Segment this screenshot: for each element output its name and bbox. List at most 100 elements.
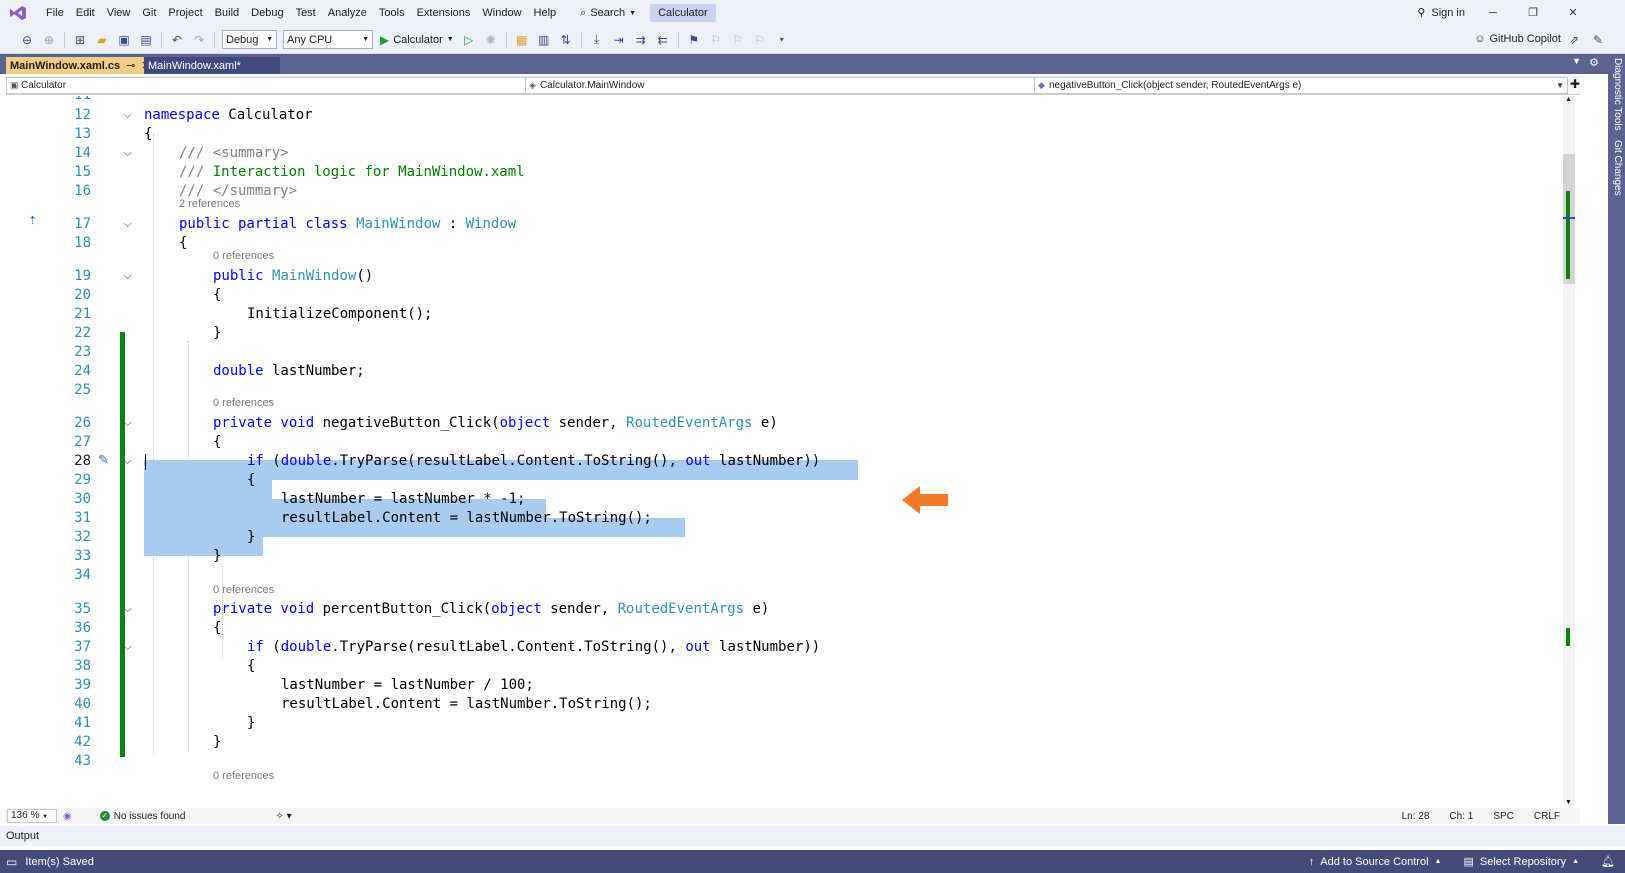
fold-toggle-icon[interactable]: ⌵: [122, 144, 133, 163]
new-project-icon[interactable]: ⊞: [71, 31, 89, 49]
hot-reload-icon[interactable]: ✺: [482, 31, 500, 49]
keyword: private void: [213, 601, 315, 617]
git-changes-tab[interactable]: Git Changes: [1612, 140, 1623, 196]
codelens-references[interactable]: 0 references: [213, 249, 274, 263]
pin-icon[interactable]: ⊸: [126, 59, 135, 72]
bookmark-icon[interactable]: ⚑: [685, 31, 703, 49]
codelens-references[interactable]: 2 references: [179, 197, 240, 211]
save-icon[interactable]: ▣: [115, 31, 133, 49]
menu-extensions[interactable]: Extensions: [411, 0, 477, 26]
menu-debug[interactable]: Debug: [245, 0, 289, 26]
type-dropdown[interactable]: ◈ Calculator.MainWindow ▼: [525, 77, 1044, 94]
prev-bookmark-icon[interactable]: ⚐: [707, 31, 725, 49]
scroll-up-icon[interactable]: ▲: [1565, 96, 1572, 103]
codelens-references[interactable]: 0 references: [213, 583, 274, 597]
project-value: Calculator: [21, 80, 67, 91]
fold-toggle-icon[interactable]: ⌵: [122, 106, 133, 125]
menu-git[interactable]: Git: [136, 0, 162, 26]
line-number: 35: [74, 601, 91, 617]
notifications-bell-icon[interactable]: 🔔︎: [1601, 855, 1615, 868]
split-editor-icon[interactable]: ✚: [1570, 77, 1580, 91]
keyword: out: [685, 639, 711, 655]
next-bookmark-icon[interactable]: ⚐: [729, 31, 747, 49]
whitespace-indicator[interactable]: SPC: [1493, 811, 1514, 822]
codelens-references[interactable]: 0 references: [213, 396, 274, 410]
code-editor[interactable]: 11 12 ⌵ namespace Calculator 13 { 14 ⌵ /…: [6, 96, 1580, 806]
minimize-icon[interactable]: ─: [1473, 0, 1513, 26]
menu-test[interactable]: Test: [290, 0, 322, 26]
feedback-icon[interactable]: ✎: [1589, 31, 1607, 49]
fold-toggle-icon[interactable]: ⌵: [122, 638, 133, 657]
toolbar-overflow-icon[interactable]: ▾: [773, 31, 791, 49]
sign-in-button[interactable]: ⚲ Sign in: [1417, 0, 1465, 26]
tab-mainwindow-xaml-cs[interactable]: MainWindow.xaml.cs ⊸ ✕: [6, 57, 151, 74]
navigate-back-icon[interactable]: ⊖: [18, 31, 36, 49]
menu-project[interactable]: Project: [162, 0, 208, 26]
member-dropdown[interactable]: ◆ negativeButton_Click(object sender, Ro…: [1034, 77, 1568, 94]
issues-indicator[interactable]: ✓ No issues found: [99, 811, 185, 822]
start-without-debugging-icon[interactable]: ▷: [460, 31, 478, 49]
menu-tools[interactable]: Tools: [373, 0, 411, 26]
quick-actions-brush-icon[interactable]: ✎: [98, 452, 109, 468]
step-into-icon[interactable]: ⤓: [588, 31, 606, 49]
line-number: 20: [74, 287, 91, 303]
line-indicator[interactable]: Ln: 28: [1402, 811, 1430, 822]
diagnostic-tools-tab[interactable]: Diagnostic Tools: [1612, 58, 1623, 131]
code-cleanup-icon[interactable]: ✧ ▾: [275, 811, 291, 822]
menu-analyze[interactable]: Analyze: [322, 0, 373, 26]
zoom-select[interactable]: 136 % ▼: [7, 809, 57, 823]
restore-icon[interactable]: ❐: [1513, 0, 1553, 26]
tab-overflow-icon[interactable]: ▼: [1572, 56, 1581, 66]
save-all-icon[interactable]: ▤: [137, 31, 155, 49]
fold-toggle-icon[interactable]: ⌵: [122, 452, 133, 471]
char-indicator[interactable]: Ch: 1: [1449, 811, 1473, 822]
undo-icon[interactable]: ↶: [168, 31, 186, 49]
select-repository-button[interactable]: ▤ Select Repository ▲: [1463, 855, 1579, 869]
step-over-icon[interactable]: ⇥: [610, 31, 628, 49]
platform-select[interactable]: Any CPU ▼: [283, 30, 373, 49]
menu-window[interactable]: Window: [476, 0, 527, 26]
fold-toggle-icon[interactable]: ⌵: [122, 600, 133, 619]
layout-icon[interactable]: ▥: [535, 31, 553, 49]
codelens-references[interactable]: 0 references: [213, 769, 274, 783]
line-number: 32: [74, 529, 91, 545]
tab-mainwindow-xaml[interactable]: MainWindow.xaml*: [144, 57, 280, 74]
menu-edit[interactable]: Edit: [70, 0, 101, 26]
clear-bookmarks-icon[interactable]: ⚐: [751, 31, 769, 49]
scroll-down-icon[interactable]: ▼: [1565, 799, 1572, 806]
menu-build[interactable]: Build: [209, 0, 245, 26]
notification-area-icon[interactable]: ▭: [6, 855, 17, 869]
fold-toggle-icon[interactable]: ⌵: [122, 215, 133, 234]
indent-icon[interactable]: ⇉: [632, 31, 650, 49]
menu-help[interactable]: Help: [528, 0, 563, 26]
close-icon[interactable]: ✕: [1553, 0, 1593, 26]
github-copilot-button[interactable]: ☺ GitHub Copilot: [1474, 26, 1561, 53]
keyword: double: [213, 363, 264, 379]
start-debugging-button[interactable]: ▶ Calculator ▼: [380, 33, 454, 47]
navigate-forward-icon[interactable]: ⊕: [40, 31, 58, 49]
project-dropdown[interactable]: ▣ Calculator ▼: [6, 77, 535, 94]
output-panel-tab[interactable]: Output: [0, 826, 1625, 846]
fold-toggle-icon[interactable]: ⌵: [122, 267, 133, 286]
redo-icon[interactable]: ↷: [190, 31, 208, 49]
open-file-icon[interactable]: ▰: [93, 31, 111, 49]
add-to-source-control-button[interactable]: ↑ Add to Source Control ▲: [1309, 856, 1442, 868]
settings-gear-icon[interactable]: ⚙: [1589, 56, 1599, 69]
live-share-icon[interactable]: ⇗: [1565, 31, 1583, 49]
outdent-icon[interactable]: ⇇: [654, 31, 672, 49]
menu-view[interactable]: View: [101, 0, 137, 26]
fold-toggle-icon[interactable]: ⌵: [122, 414, 133, 433]
xaml-tools-icon[interactable]: ⇅: [557, 31, 575, 49]
code-line: resultLabel.Content = lastNumber.ToStrin…: [281, 510, 652, 526]
search-button[interactable]: ⌕ Search ▼: [574, 3, 642, 23]
caret-position-info: Ln: 28 Ch: 1 SPC CRLF: [1402, 811, 1560, 822]
health-icon[interactable]: ◉: [63, 811, 72, 822]
browse-icon[interactable]: ▦: [513, 31, 531, 49]
change-indicator-bar: [120, 332, 125, 757]
line-ending-indicator[interactable]: CRLF: [1534, 811, 1560, 822]
menu-file[interactable]: File: [40, 0, 70, 26]
visual-studio-logo-icon[interactable]: [8, 4, 28, 22]
editor-vertical-scrollbar[interactable]: ▲ ▼: [1563, 96, 1575, 806]
configuration-select[interactable]: Debug ▼: [222, 30, 277, 49]
annotation-arrow-icon: [902, 486, 948, 514]
